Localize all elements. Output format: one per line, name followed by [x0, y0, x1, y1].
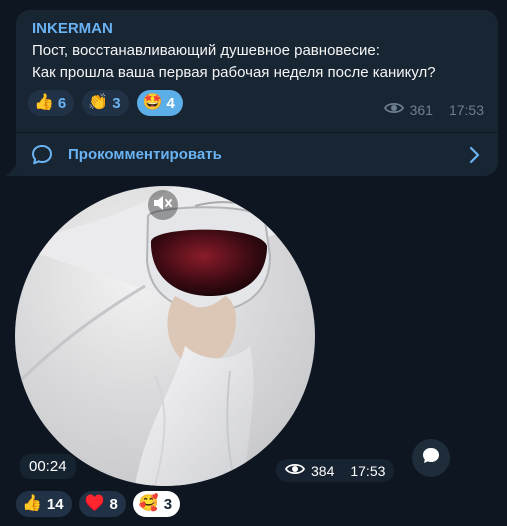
bubble-tail	[6, 164, 18, 176]
post-time: 17:53	[448, 101, 484, 118]
mute-button[interactable]	[148, 190, 178, 220]
post-reactions: 👍 6 👏 3 🤩 4	[28, 90, 183, 116]
share-bubble-icon	[421, 446, 441, 471]
chevron-right-icon	[468, 145, 482, 170]
views-count: 361	[409, 101, 433, 118]
reaction-thumbs-up[interactable]: 👍 14	[16, 491, 72, 517]
channel-post-bubble: INKERMAN Пост, восстанавливающий душевно…	[16, 10, 498, 176]
comment-button[interactable]: Прокомментировать	[16, 133, 498, 176]
reaction-star-struck[interactable]: 🤩 4	[136, 90, 183, 116]
comment-bubble-icon	[30, 143, 54, 172]
reaction-thumbs-up[interactable]: 👍 6	[28, 90, 75, 116]
share-button[interactable]	[412, 439, 450, 477]
video-meta: 384 17:53	[276, 459, 395, 482]
channel-name[interactable]: INKERMAN	[32, 20, 113, 37]
clapping-hands-icon: 👏	[88, 94, 109, 111]
reaction-heart[interactable]: ♥️ 8	[78, 491, 126, 517]
reaction-count: 4	[166, 94, 175, 112]
video-frame-wine-glass	[15, 186, 315, 486]
star-struck-icon: 🤩	[142, 94, 163, 111]
views-count: 384	[311, 462, 335, 479]
heart-icon: ♥️	[84, 495, 105, 512]
round-video-message[interactable]	[15, 186, 315, 486]
thumbs-up-icon: 👍	[22, 495, 42, 512]
video-reactions: 👍 14 ♥️ 8 🥰 3	[16, 491, 181, 517]
thumbs-up-icon: 👍	[34, 94, 54, 111]
video-duration: 00:24	[20, 454, 76, 479]
reaction-count: 3	[163, 495, 173, 513]
post-meta: 361 17:53	[383, 101, 484, 118]
reaction-clap[interactable]: 👏 3	[82, 90, 129, 116]
video-time: 17:53	[350, 462, 386, 479]
smiling-face-with-hearts-icon: 🥰	[138, 495, 159, 512]
reaction-count: 6	[57, 94, 67, 112]
comment-label: Прокомментировать	[68, 146, 222, 163]
reaction-smiling-hearts[interactable]: 🥰 3	[132, 491, 181, 517]
eye-icon	[284, 462, 306, 479]
speaker-muted-icon	[153, 195, 173, 216]
reaction-count: 3	[112, 94, 121, 112]
reaction-count: 14	[46, 495, 64, 513]
reaction-count: 8	[109, 495, 118, 513]
eye-icon	[383, 101, 404, 118]
post-text: Пост, восстанавливающий душевное равнове…	[32, 42, 436, 81]
